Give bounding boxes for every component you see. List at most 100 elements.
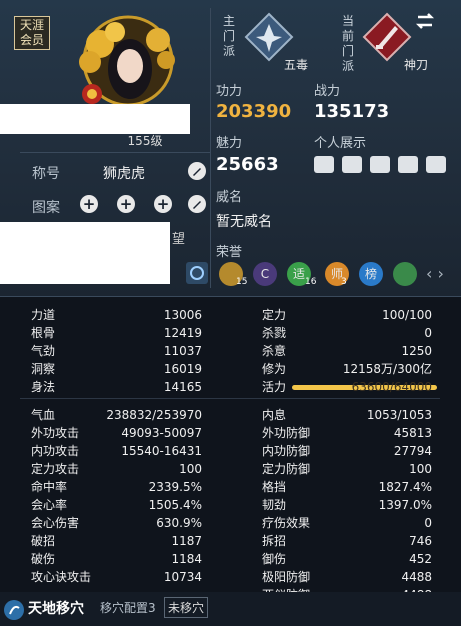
honor-count-1: 15 bbox=[236, 277, 248, 287]
show-home-icon[interactable] bbox=[342, 156, 362, 173]
show-card-icon[interactable] bbox=[314, 156, 334, 173]
honor-letter-bang: 榜 bbox=[364, 267, 377, 281]
stat-key: 内功防御 bbox=[262, 444, 311, 458]
stat-row: 洞察 16019 bbox=[31, 360, 202, 378]
footer-title[interactable]: 天地移穴 bbox=[28, 598, 84, 618]
edit-title-icon[interactable] bbox=[188, 162, 206, 180]
stat-value: 45813 bbox=[393, 426, 432, 440]
vertical-divider bbox=[210, 8, 211, 288]
honor-bang-icon[interactable]: 榜 bbox=[359, 262, 383, 286]
stat-row: 破招 1187 bbox=[31, 532, 202, 550]
meridian-config[interactable]: 移穴配置3 bbox=[100, 599, 156, 616]
honor-leaf-icon[interactable] bbox=[393, 262, 417, 286]
stat-key: 内息 bbox=[262, 408, 287, 422]
meili-value: 25663 bbox=[216, 154, 279, 175]
add-pattern-2-button[interactable]: + bbox=[117, 195, 135, 213]
stat-value: 746 bbox=[409, 534, 432, 548]
stat-key: 内功攻击 bbox=[31, 444, 80, 458]
show-photo-icon[interactable] bbox=[398, 156, 418, 173]
stat-row: 外功防御 45813 bbox=[262, 424, 432, 442]
stat-value: 1827.4% bbox=[378, 480, 432, 494]
stat-value: 1187 bbox=[171, 534, 202, 548]
honor-count-2: 16 bbox=[305, 277, 317, 287]
redacted-name bbox=[0, 104, 190, 134]
stat-value: 100/100 bbox=[382, 308, 432, 322]
zhanli-value: 135173 bbox=[314, 101, 390, 122]
stat-row: 内功攻击 15540-16431 bbox=[31, 442, 202, 460]
stat-key: 洞察 bbox=[31, 362, 56, 376]
honor-label: 荣誉 bbox=[216, 245, 243, 260]
stat-row: 内息 1053/1053 bbox=[262, 406, 432, 424]
stat-key: 杀戮 bbox=[262, 326, 287, 340]
stat-row: 定力防御 100 bbox=[262, 460, 432, 478]
stat-value: 12419 bbox=[163, 326, 202, 340]
stat-key: 会心率 bbox=[31, 498, 68, 512]
show-outfit-icon[interactable] bbox=[426, 156, 446, 173]
stat-value: 2339.5% bbox=[148, 480, 202, 494]
stat-value: 1053/1053 bbox=[366, 408, 432, 422]
stat-value: 4488 bbox=[401, 570, 432, 584]
stat-key: 力道 bbox=[31, 308, 56, 322]
weiming-label: 威名 bbox=[216, 190, 243, 205]
stat-key: 外功攻击 bbox=[31, 426, 80, 440]
add-pattern-1-button[interactable]: + bbox=[80, 195, 98, 213]
stat-key: 定力 bbox=[262, 308, 287, 322]
stat-key: 攻心诀攻击 bbox=[31, 570, 92, 584]
main-school-name: 五毒 bbox=[284, 58, 309, 72]
stat-value: 12158万/300亿 bbox=[342, 362, 432, 376]
stat-value: 1250 bbox=[401, 344, 432, 358]
stat-value: 11037 bbox=[163, 344, 202, 358]
stat-row: 气血 238832/253970 bbox=[31, 406, 202, 424]
show-label: 个人展示 bbox=[314, 136, 367, 151]
stat-row: 会心伤害 630.9% bbox=[31, 514, 202, 532]
honor-page-arrows[interactable]: ‹ › bbox=[426, 264, 444, 283]
stat-key: 杀意 bbox=[262, 344, 287, 358]
honor-count-3: 3 bbox=[341, 277, 347, 287]
edit-pattern-icon[interactable] bbox=[188, 195, 206, 213]
stat-row: 攻心诀攻击 10734 bbox=[31, 568, 202, 586]
stat-key: 定力防御 bbox=[262, 462, 311, 476]
stat-row: 外功攻击 49093-50097 bbox=[31, 424, 202, 442]
stat-row: 内功防御 27794 bbox=[262, 442, 432, 460]
stat-key: 格挡 bbox=[262, 480, 287, 494]
pattern-label: 图案 bbox=[32, 200, 60, 216]
avatar[interactable] bbox=[70, 14, 186, 108]
stat-value: 630.9% bbox=[156, 516, 202, 530]
stat-value: 452 bbox=[409, 552, 432, 566]
stat-key: 外功防御 bbox=[262, 426, 311, 440]
stat-key: 命中率 bbox=[31, 480, 68, 494]
stat-key: 身法 bbox=[31, 380, 56, 394]
stat-row: 气劲 11037 bbox=[31, 342, 202, 360]
stat-key: 韧劲 bbox=[262, 498, 287, 512]
stat-key: 拆招 bbox=[262, 534, 287, 548]
stat-value: 63600/64000 bbox=[351, 380, 432, 394]
stat-row: 力道 13006 bbox=[31, 306, 202, 324]
stat-value: 10734 bbox=[163, 570, 202, 584]
stat-value: 0 bbox=[424, 516, 432, 530]
character-panel: 天涯 会员 155级 称号 狮虎虎 图案 + + + 望 主 门 派 五毒 当 … bbox=[0, 0, 461, 297]
stat-key: 会心伤害 bbox=[31, 516, 80, 530]
hint-icon[interactable] bbox=[186, 262, 208, 284]
stat-key: 定力攻击 bbox=[31, 462, 80, 476]
stat-value: 0 bbox=[424, 326, 432, 340]
stat-key: 破招 bbox=[31, 534, 56, 548]
swap-school-icon[interactable] bbox=[412, 10, 438, 32]
honor-c-icon[interactable]: C bbox=[253, 262, 277, 286]
stat-value: 14165 bbox=[163, 380, 202, 394]
title-value: 狮虎虎 bbox=[103, 166, 145, 182]
stat-value: 238832/253970 bbox=[106, 408, 202, 422]
honor-letter-shi: 适 bbox=[292, 267, 305, 281]
add-pattern-3-button[interactable]: + bbox=[154, 195, 172, 213]
stat-row: 拆招 746 bbox=[262, 532, 432, 550]
stat-key: 气血 bbox=[31, 408, 56, 422]
stat-value: 16019 bbox=[163, 362, 202, 376]
show-chart-icon[interactable] bbox=[370, 156, 390, 173]
stat-row: 会心率 1505.4% bbox=[31, 496, 202, 514]
stat-value: 1397.0% bbox=[378, 498, 432, 512]
stat-row: 格挡 1827.4% bbox=[262, 478, 432, 496]
stat-value: 49093-50097 bbox=[121, 426, 202, 440]
stat-row: 定力攻击 100 bbox=[31, 460, 202, 478]
stat-value: 100 bbox=[409, 462, 432, 476]
title-label: 称号 bbox=[32, 166, 60, 182]
stat-key: 极阳防御 bbox=[262, 570, 311, 584]
